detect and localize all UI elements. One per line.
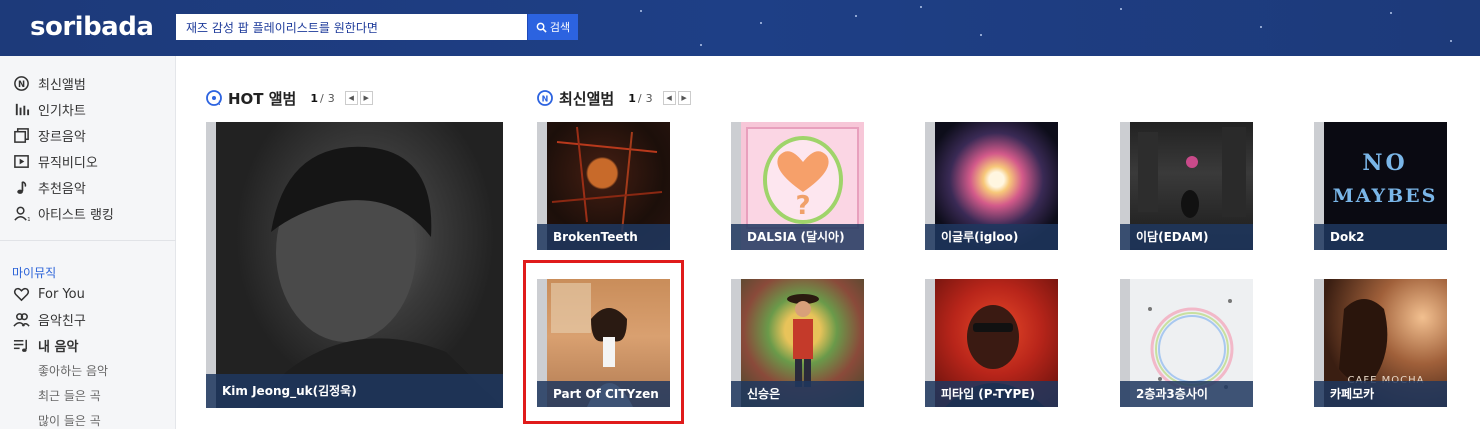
hot-album-icon: ! (206, 90, 222, 107)
album-caption: 2층과3층사이 (1120, 381, 1253, 407)
album-card[interactable]: NO MAYBES Dok2 (1314, 122, 1447, 250)
sidebar-subitem-liked[interactable]: 좋아하는 음악 (38, 362, 108, 379)
album-card[interactable]: ? DALSIA (달시아) (731, 122, 864, 250)
pager-prev-button[interactable]: ◀ (344, 91, 358, 105)
new-album-header: N 최신앨범 1 / 3 ◀ ▶ (536, 88, 691, 108)
sidebar-item-label: 아티스트 랭킹 (38, 207, 114, 223)
album-caption: 카페모카 (1314, 381, 1447, 407)
pager-slash: / (637, 91, 642, 105)
search-icon (536, 22, 547, 33)
svg-text:N: N (17, 79, 24, 89)
pager-next-button[interactable]: ▶ (677, 91, 691, 105)
sidebar-item-chart[interactable]: 인기차트 (12, 98, 86, 120)
music-note-icon (12, 178, 30, 196)
sidebar-item-label: 뮤직비디오 (38, 155, 98, 171)
hot-album-title: HOT 앨범 (228, 89, 297, 108)
sidebar-item-genre[interactable]: 장르음악 (12, 124, 86, 146)
sidebar-item-new-album[interactable]: N 최신앨범 (12, 72, 86, 94)
album-caption: 이담(EDAM) (1120, 224, 1253, 250)
pager-current: 1 (310, 91, 319, 105)
chart-bars-icon (12, 100, 30, 118)
hot-album-cover (216, 122, 503, 408)
friends-icon (12, 310, 30, 328)
sidebar-item-artist-rank[interactable]: 1 아티스트 랭킹 (12, 202, 114, 224)
pager-slash: / (320, 91, 324, 105)
new-album-title: 최신앨범 (559, 89, 615, 108)
sidebar-item-my-music[interactable]: 내 음악 (12, 334, 78, 356)
album-card[interactable]: BrokenTeeth (537, 122, 670, 250)
sidebar-item-label: 내 음악 (38, 339, 79, 355)
sidebar-item-label: 인기차트 (38, 103, 86, 119)
album-card[interactable]: 이글루(igloo) (925, 122, 1058, 250)
album-caption: Dok2 (1314, 224, 1447, 250)
sidebar-item-for-you[interactable]: For You (12, 283, 85, 305)
genre-squares-icon (12, 126, 30, 144)
album-caption: 신승은 (731, 381, 864, 407)
heart-icon (12, 285, 30, 303)
pager-next-button[interactable]: ▶ (359, 91, 373, 105)
search-input[interactable] (176, 14, 527, 40)
album-card[interactable]: 2층과3층사이 (1120, 279, 1253, 407)
sidebar-divider (0, 240, 176, 241)
pager-total: 3 (327, 91, 335, 105)
sidebar-item-label: 장르음악 (38, 129, 86, 145)
album-card[interactable]: 피타입 (P-TYPE) (925, 279, 1058, 407)
new-album-section-icon: N (537, 90, 553, 106)
svg-text:NO: NO (1362, 150, 1407, 176)
svg-text:1: 1 (27, 217, 30, 222)
sidebar-item-label: 음악친구 (38, 313, 86, 329)
album-caption: Kim Jeong_uk(김정욱) (206, 374, 503, 408)
playlist-icon (12, 336, 30, 354)
new-album-icon: N (12, 74, 30, 92)
album-caption: DALSIA (달시아) (731, 224, 864, 250)
album-caption: 피타입 (P-TYPE) (925, 381, 1058, 407)
hot-album-pager: 1 / 3 ◀ ▶ (310, 91, 373, 105)
sidebar-item-label: For You (38, 286, 85, 302)
svg-text:?: ? (795, 191, 810, 221)
search-bar: 검색 (176, 14, 578, 40)
pager-prev-button[interactable]: ◀ (662, 91, 676, 105)
album-caption: Part Of CITYzen (537, 381, 670, 407)
album-card[interactable]: CAFE MOCHA 카페모카 (1314, 279, 1447, 407)
sidebar-item-friends[interactable]: 음악친구 (12, 308, 86, 330)
soribada-logo[interactable]: soribada (30, 12, 154, 42)
album-spine (206, 122, 216, 408)
sidebar: N 최신앨범 인기차트 장르음악 뮤직비디오 추천음악 1 아티스트 랭킹 마이… (0, 56, 176, 429)
svg-text:N: N (542, 95, 549, 104)
sidebar-subitem-most-played[interactable]: 많이 들은 곡 (38, 412, 101, 429)
album-card[interactable]: 이담(EDAM) (1120, 122, 1253, 250)
top-header: soribada 검색 (0, 0, 1480, 56)
sidebar-item-recommend[interactable]: 추천음악 (12, 176, 86, 198)
pager-total: 3 (645, 91, 653, 105)
sidebar-subitem-recent[interactable]: 최근 들은 곡 (38, 387, 101, 404)
my-music-heading: 마이뮤직 (12, 266, 57, 280)
sidebar-item-music-video[interactable]: 뮤직비디오 (12, 150, 98, 172)
svg-text:!: ! (218, 100, 221, 107)
portrait-silhouette (256, 146, 503, 408)
search-button-label: 검색 (549, 21, 571, 34)
hot-album-header: ! HOT 앨범 1 / 3 ◀ ▶ (205, 88, 373, 108)
artist-rank-icon: 1 (12, 204, 30, 222)
sidebar-item-label: 추천음악 (38, 181, 86, 197)
album-caption: BrokenTeeth (537, 224, 670, 250)
pager-current: 1 (628, 91, 636, 105)
video-play-icon (12, 152, 30, 170)
album-caption: 이글루(igloo) (925, 224, 1058, 250)
album-card[interactable]: Part Of CITYzen (537, 279, 670, 407)
album-card[interactable]: 신승은 (731, 279, 864, 407)
search-button[interactable]: 검색 (527, 14, 578, 40)
svg-text:MAYBES: MAYBES (1333, 185, 1438, 207)
hot-album-card[interactable]: Kim Jeong_uk(김정욱) (206, 122, 503, 408)
sidebar-item-label: 최신앨범 (38, 77, 86, 93)
new-album-pager: 1 / 3 ◀ ▶ (628, 91, 691, 105)
